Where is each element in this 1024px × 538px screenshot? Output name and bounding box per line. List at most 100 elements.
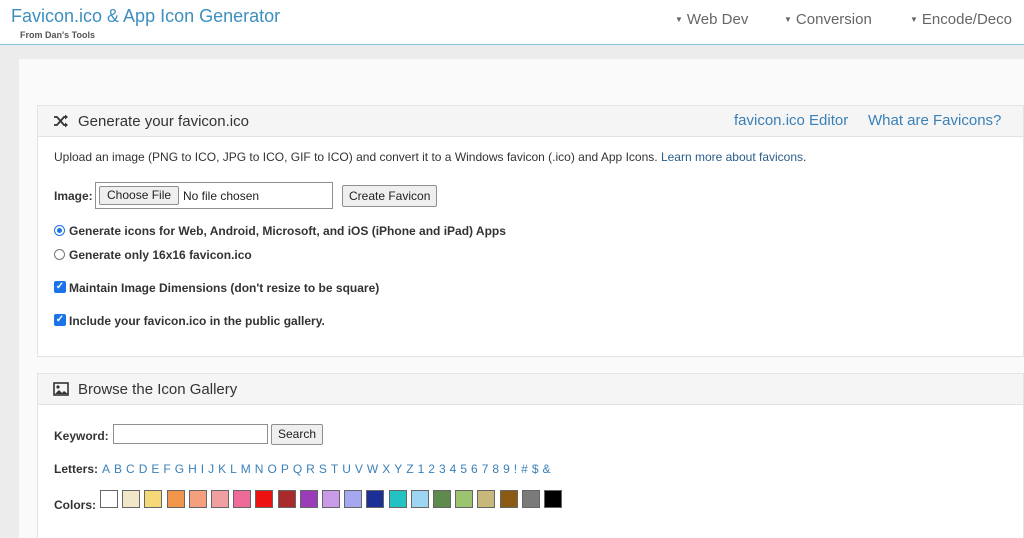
letters-list: A B C D E F G H I J K L M N O P Q R S T U V W X Y Z 1 2 3 4 5 6 7 8 9! # $ & <box>102 462 555 476</box>
caret-down-icon: ▼ <box>675 15 683 24</box>
color-swatch[interactable] <box>366 490 385 508</box>
nav-encode-decode[interactable]: ▼ Encode/Deco <box>910 11 1012 28</box>
letter-link[interactable]: V <box>355 462 363 476</box>
letter-link[interactable]: & <box>543 462 551 476</box>
image-icon <box>53 382 69 396</box>
radio-selected[interactable] <box>54 225 65 236</box>
nav-web-dev[interactable]: ▼ Web Dev <box>675 11 748 28</box>
letter-link[interactable]: 8 <box>492 462 499 476</box>
option-label: Generate only 16x16 favicon.ico <box>69 248 252 262</box>
letter-link[interactable]: M <box>241 462 251 476</box>
letter-link[interactable]: J <box>208 462 214 476</box>
color-swatch[interactable] <box>100 490 118 508</box>
letter-link[interactable]: F <box>163 462 170 476</box>
option-label: Include your favicon.ico in the public g… <box>69 314 325 328</box>
letter-link[interactable]: # <box>521 462 528 476</box>
site-subtitle: From Dan's Tools <box>20 30 95 40</box>
letter-link[interactable]: I <box>201 462 204 476</box>
color-swatch[interactable] <box>455 490 474 508</box>
letter-link[interactable]: 1 <box>418 462 425 476</box>
nav-label: Web Dev <box>686 11 749 28</box>
letter-link[interactable]: 5 <box>460 462 467 476</box>
letter-link[interactable]: A <box>102 462 110 476</box>
letter-link[interactable]: T <box>331 462 338 476</box>
keyword-input[interactable] <box>113 424 268 444</box>
nav-conversion[interactable]: ▼ Conversion <box>784 11 872 28</box>
what-are-favicons-link[interactable]: What are Favicons? <box>868 112 1001 129</box>
file-input[interactable]: Choose File No file chosen <box>95 182 333 209</box>
letter-link[interactable]: U <box>342 462 351 476</box>
letters-label: Letters: <box>54 462 99 476</box>
favicon-editor-link[interactable]: favicon.ico Editor <box>734 112 848 129</box>
letter-link[interactable]: S <box>319 462 327 476</box>
letter-link[interactable]: N <box>255 462 264 476</box>
color-swatch[interactable] <box>344 490 363 508</box>
letter-link[interactable]: 2 <box>428 462 435 476</box>
letter-link[interactable]: 3 <box>439 462 446 476</box>
option-label: Maintain Image Dimensions (don't resize … <box>69 281 380 295</box>
color-swatch[interactable] <box>499 490 518 508</box>
checkbox-checked[interactable]: ✓ <box>54 281 66 293</box>
search-button[interactable]: Search <box>271 424 324 445</box>
letter-link[interactable]: G <box>175 462 184 476</box>
period: . <box>803 150 807 164</box>
color-swatch[interactable] <box>122 490 141 508</box>
nav-label: Encode/Deco <box>921 11 1012 28</box>
panel-header: Browse the Icon Gallery <box>38 374 1023 405</box>
letter-link[interactable]: Q <box>293 462 302 476</box>
caret-down-icon: ▼ <box>910 15 918 24</box>
colors-label: Colors: <box>54 498 96 512</box>
letter-link[interactable]: R <box>306 462 315 476</box>
letter-link[interactable]: ! <box>514 462 517 476</box>
radio-unselected[interactable] <box>54 249 65 260</box>
letter-link[interactable]: 9 <box>503 462 510 476</box>
letter-link[interactable]: K <box>218 462 226 476</box>
letter-link[interactable]: P <box>281 462 289 476</box>
learn-more-link[interactable]: Learn more about favicons <box>661 150 803 164</box>
create-favicon-button[interactable]: Create Favicon <box>342 185 438 207</box>
letter-link[interactable]: 4 <box>450 462 457 476</box>
choose-file-button[interactable]: Choose File <box>99 186 180 205</box>
color-swatch[interactable] <box>544 490 562 508</box>
color-swatch[interactable] <box>277 490 296 508</box>
color-swatch[interactable] <box>211 490 229 508</box>
letter-link[interactable]: W <box>367 462 378 476</box>
color-swatch[interactable] <box>299 490 318 508</box>
panel-title: Browse the Icon Gallery <box>78 381 238 398</box>
letter-link[interactable]: D <box>139 462 148 476</box>
color-swatch[interactable] <box>233 490 252 508</box>
letter-link[interactable]: L <box>230 462 237 476</box>
checkbox-checked[interactable]: ✓ <box>54 314 66 326</box>
color-swatch[interactable] <box>388 490 407 508</box>
generate-favicon-panel: Generate your favicon.ico favicon.ico Ed… <box>37 105 1024 357</box>
color-swatch[interactable] <box>255 490 274 508</box>
letter-link[interactable]: Y <box>394 462 402 476</box>
color-swatch[interactable] <box>477 490 496 508</box>
keyword-label: Keyword: <box>54 429 109 443</box>
icon-gallery-panel: Browse the Icon Gallery Keyword: Search … <box>37 373 1024 538</box>
top-header: Favicon.ico & App Icon Generator From Da… <box>0 0 1024 45</box>
panel-title: Generate your favicon.ico <box>78 113 249 130</box>
color-swatch[interactable] <box>188 490 207 508</box>
nav-label: Conversion <box>795 11 872 28</box>
letter-link[interactable]: C <box>126 462 135 476</box>
letter-link[interactable]: H <box>188 462 197 476</box>
color-swatch[interactable] <box>166 490 185 508</box>
color-swatch[interactable] <box>144 490 163 508</box>
letter-link[interactable]: X <box>382 462 390 476</box>
color-swatch[interactable] <box>410 490 429 508</box>
letter-link[interactable]: $ <box>532 462 539 476</box>
caret-down-icon: ▼ <box>784 15 792 24</box>
site-title[interactable]: Favicon.ico & App Icon Generator <box>11 6 280 27</box>
letter-link[interactable]: 6 <box>471 462 478 476</box>
panel-header: Generate your favicon.ico favicon.ico Ed… <box>38 106 1023 137</box>
description-text: Upload an image (PNG to ICO, JPG to ICO,… <box>54 150 658 164</box>
letter-link[interactable]: Z <box>406 462 413 476</box>
color-swatch[interactable] <box>521 490 540 508</box>
letter-link[interactable]: B <box>114 462 122 476</box>
letter-link[interactable]: E <box>151 462 159 476</box>
letter-link[interactable]: O <box>267 462 276 476</box>
color-swatch[interactable] <box>322 490 340 508</box>
letter-link[interactable]: 7 <box>482 462 489 476</box>
color-swatch[interactable] <box>433 490 451 508</box>
